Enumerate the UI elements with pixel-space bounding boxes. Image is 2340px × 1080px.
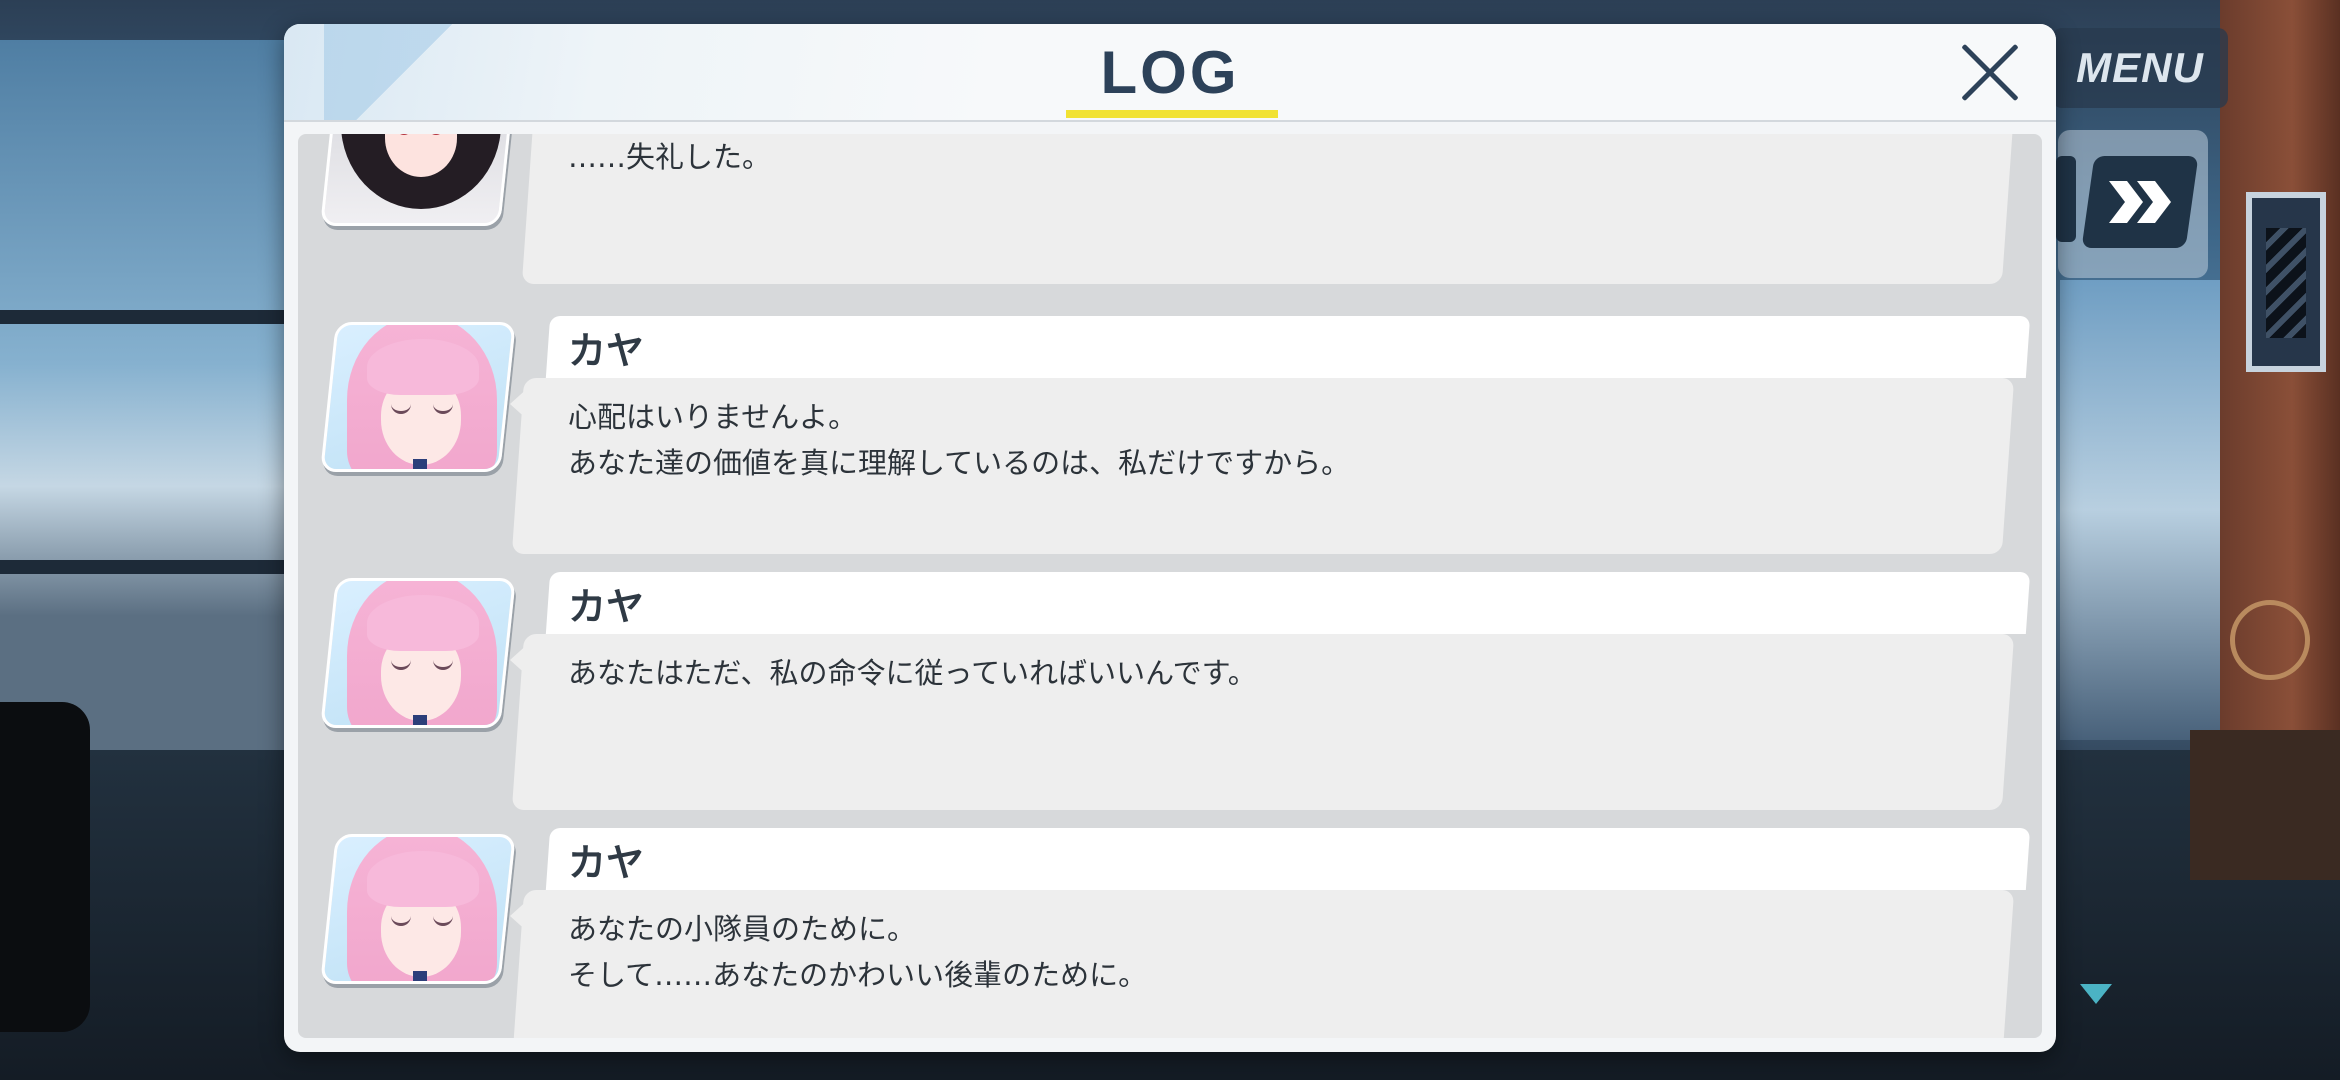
menu-button[interactable]: MENU	[2052, 28, 2228, 108]
background-window	[0, 40, 318, 760]
log-entry: カヤ あなたの小隊員のために。 そして……あなたのかわいい後輩のために。	[298, 828, 2042, 1038]
scroll-down-icon	[2080, 984, 2112, 1004]
wall-picture-frame	[2246, 192, 2326, 372]
dialogue-line: あなたはただ、私の命令に従っていればいいんです。	[568, 656, 1257, 690]
globe-decoration	[2230, 600, 2310, 680]
character-portrait	[320, 578, 516, 728]
bubble-pointer	[510, 642, 530, 678]
dialogue-line: あなた達の価値を真に理解しているのは、私だけですから。	[568, 446, 1351, 480]
speaker-name: カヤ	[568, 841, 645, 885]
close-button[interactable]	[1956, 38, 2026, 108]
speaker-name-tab	[545, 572, 2031, 634]
log-panel: LOG ……失礼した。 カヤ 心配はいりませんよ。 あなた達の価値を真に理解して…	[284, 24, 2056, 1052]
log-header: LOG	[284, 24, 2056, 122]
speaker-name-tab	[545, 828, 2031, 890]
bubble-pointer	[510, 386, 530, 422]
speaker-name-tab	[545, 316, 2031, 378]
skip-button[interactable]	[2081, 156, 2199, 248]
bubble-pointer	[510, 898, 530, 934]
background-cabinet	[2190, 730, 2340, 880]
log-entry: カヤ あなたはただ、私の命令に従っていればいいんです。	[298, 572, 2042, 812]
window-frame-bar	[0, 310, 300, 324]
log-list[interactable]: ……失礼した。 カヤ 心配はいりませんよ。 あなた達の価値を真に理解しているのは…	[298, 134, 2042, 1038]
log-entry: ……失礼した。	[298, 134, 2042, 292]
speaker-name: カヤ	[568, 329, 645, 373]
character-portrait	[320, 322, 516, 472]
menu-label: MENU	[2076, 44, 2204, 91]
log-title: LOG	[1100, 39, 1240, 106]
dialogue-line: 心配はいりませんよ。	[568, 400, 858, 434]
log-entry: カヤ 心配はいりませんよ。 あなた達の価値を真に理解しているのは、私だけですから…	[298, 316, 2042, 556]
background-window-right	[2060, 280, 2220, 740]
left-edge-panel	[0, 702, 90, 1032]
dialogue-line: あなたの小隊員のために。	[568, 912, 917, 946]
window-frame-bar	[0, 560, 300, 574]
title-underline	[1066, 110, 1278, 118]
speaker-name: カヤ	[568, 585, 645, 629]
fast-forward-icon	[2109, 181, 2171, 223]
auto-button[interactable]	[2056, 156, 2076, 242]
dialogue-line: そして……あなたのかわいい後輩のために。	[568, 958, 1148, 992]
dialogue-line: ……失礼した。	[568, 140, 772, 174]
character-portrait	[320, 134, 516, 226]
character-portrait	[320, 834, 516, 984]
